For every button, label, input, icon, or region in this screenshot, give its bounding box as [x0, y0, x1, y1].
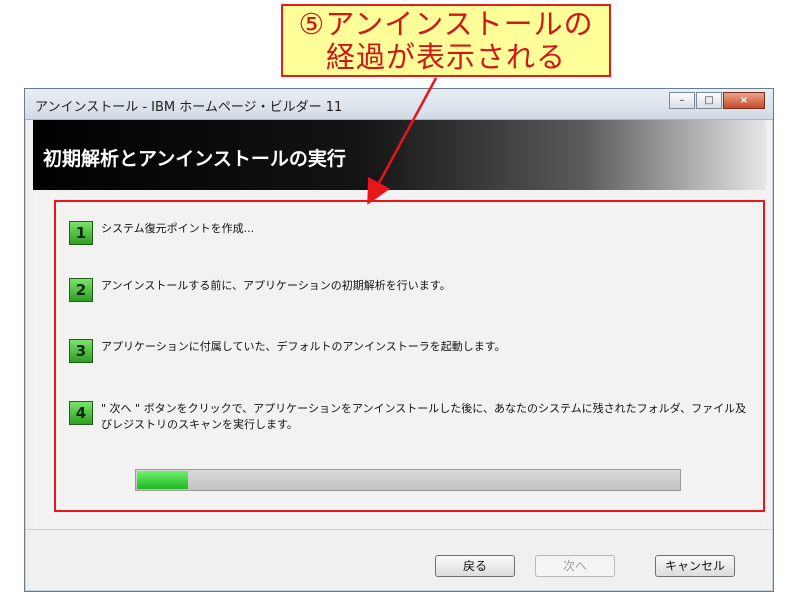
- annotation-arrow-icon: [367, 77, 438, 205]
